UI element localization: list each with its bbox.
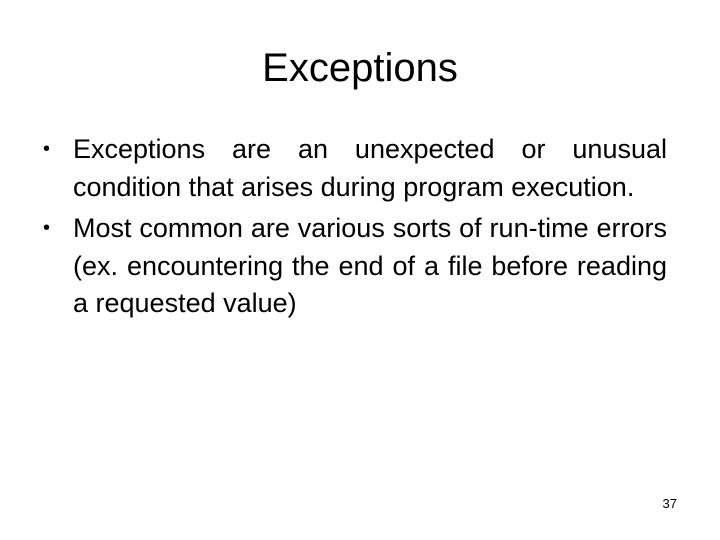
page-number: 37 [662, 496, 677, 511]
bullet-text: Exceptions are an unexpected or unusual … [73, 134, 667, 202]
bullet-item: • Exceptions are an unexpected or unusua… [43, 131, 667, 206]
bullet-text: Most common are various sorts of run-tim… [73, 213, 667, 318]
bullet-item: • Most common are various sorts of run-t… [43, 210, 667, 323]
bullet-icon: • [43, 138, 51, 160]
bullet-icon: • [43, 217, 51, 239]
slide-title: Exceptions [262, 46, 458, 90]
bullet-list: • Exceptions are an unexpected or unusua… [43, 131, 667, 327]
